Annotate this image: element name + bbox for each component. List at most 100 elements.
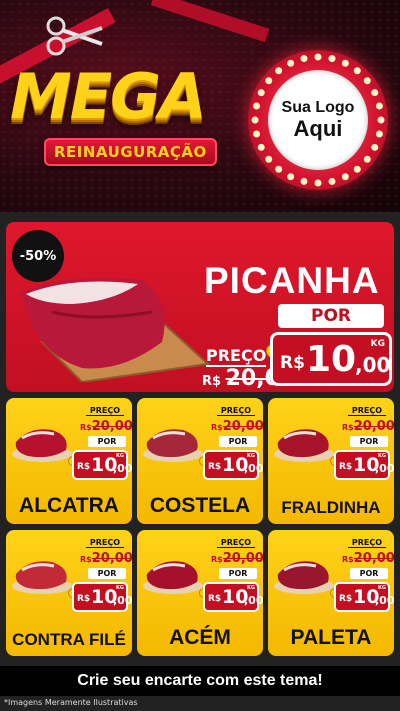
por-label: POR [219, 436, 257, 447]
old-value: 20,00 [222, 551, 263, 566]
price-label: PREÇO [217, 538, 255, 548]
hero-price-label: PREÇO [206, 346, 267, 367]
bulb [265, 155, 273, 163]
offers-section: -50% PICANHA PREÇO R$ 20,00 POR R$ 10 ,0… [0, 212, 400, 711]
disclaimer: *Imagens Meramente Ilustrativas [4, 698, 138, 707]
currency: R$ [77, 594, 91, 604]
old-value: 20,00 [91, 551, 132, 566]
product-card: PREÇO R$20,00 POR R$ 10,00 KG ALCATRA [6, 398, 132, 524]
logo-placeholder: Sua Logo Aqui [268, 70, 368, 170]
unit: KG [116, 453, 124, 459]
unit: KG [378, 453, 386, 459]
logo-line1: Sua Logo [281, 99, 355, 116]
price-dec: ,00 [244, 594, 263, 607]
new-price: R$ 10,00 KG [72, 582, 132, 612]
hero-unit: KG [370, 339, 385, 349]
por-label: POR [88, 568, 126, 579]
unit: KG [116, 585, 124, 591]
mega-logo: MEGA REINAUGURAÇÃO [10, 60, 250, 180]
meat-image [143, 429, 203, 462]
old-currency: R$ [80, 423, 92, 432]
old-price: R$20,00 [211, 551, 263, 566]
bulb [265, 77, 273, 85]
por-label: POR [88, 436, 126, 447]
currency: R$ [208, 594, 222, 604]
old-currency: R$ [80, 555, 92, 564]
hero-currency: R$ [280, 353, 305, 373]
bulb [375, 102, 383, 110]
bulb [377, 116, 385, 124]
bulb [275, 165, 283, 173]
bulb [257, 143, 265, 151]
logo-line2: Aqui [293, 116, 343, 141]
hero-old-currency: R$ [202, 374, 222, 389]
currency: R$ [339, 462, 353, 472]
old-value: 20,00 [222, 419, 263, 434]
bulb [341, 173, 349, 181]
header-banner: MEGA REINAUGURAÇÃO Sua Logo Aqui [0, 0, 400, 212]
bulb [328, 55, 336, 63]
hero-new-price: R$ 10 ,00 KG [270, 332, 392, 386]
product-name: PALETA [290, 626, 372, 649]
new-price: R$ 10,00 KG [334, 582, 394, 612]
meat-board-image [22, 277, 211, 382]
bulb [287, 59, 295, 67]
old-price: R$20,00 [211, 419, 263, 434]
product-card: PREÇO R$20,00 POR R$ 10,00 KG FRALDINHA [268, 398, 394, 524]
new-price: R$ 10,00 KG [334, 450, 394, 480]
old-price: R$20,00 [80, 551, 132, 566]
price-dec: ,00 [113, 462, 132, 475]
old-price: R$20,00 [342, 551, 394, 566]
bulb [353, 165, 361, 173]
old-price: R$20,00 [80, 419, 132, 434]
bulb [363, 77, 371, 85]
bulb [287, 173, 295, 181]
meat-image [143, 561, 203, 594]
bulb [371, 89, 379, 97]
meat-image [274, 429, 334, 462]
bulb [353, 67, 361, 75]
product-card: PREÇO R$20,00 POR R$ 10,00 KG PALETA [268, 530, 394, 656]
old-currency: R$ [342, 555, 354, 564]
hero-price-int: 10 [306, 339, 357, 380]
old-value: 20,00 [353, 419, 394, 434]
bulb [275, 67, 283, 75]
product-card: PREÇO R$20,00 POR R$ 10,00 KG ACÉM [137, 530, 263, 656]
bulb [253, 102, 261, 110]
bulb [363, 155, 371, 163]
unit: KG [247, 585, 255, 591]
old-currency: R$ [342, 423, 354, 432]
bulb [300, 55, 308, 63]
flyer-page: MEGA REINAUGURAÇÃO Sua Logo Aqui -50% PI… [0, 0, 400, 711]
product-card: PREÇO R$20,00 POR R$ 10,00 KG CONTRA FILÉ [6, 530, 132, 656]
old-value: 20,00 [91, 419, 132, 434]
cta-banner[interactable]: Crie seu encarte com este tema! [0, 666, 400, 696]
price-label: PREÇO [217, 406, 255, 416]
por-label: POR [350, 568, 388, 579]
bulb [251, 116, 259, 124]
currency: R$ [339, 594, 353, 604]
hero-por-label: POR [278, 304, 384, 328]
old-currency: R$ [211, 555, 223, 564]
old-value: 20,00 [353, 551, 394, 566]
price-label: PREÇO [348, 406, 386, 416]
new-price: R$ 10,00 KG [72, 450, 132, 480]
bulb [253, 130, 261, 138]
old-price: R$20,00 [342, 419, 394, 434]
price-dec: ,00 [113, 594, 132, 607]
bulb [314, 53, 322, 61]
scissors-icon [46, 16, 103, 56]
por-label: POR [350, 436, 388, 447]
new-price: R$ 10,00 KG [203, 582, 263, 612]
bulb [375, 130, 383, 138]
product-name: FRALDINHA [281, 498, 381, 517]
bulb [314, 179, 322, 187]
new-price: R$ 10,00 KG [203, 450, 263, 480]
price-label: PREÇO [86, 538, 124, 548]
old-currency: R$ [211, 423, 223, 432]
currency: R$ [208, 462, 222, 472]
reinauguracao-label: REINAUGURAÇÃO [44, 138, 217, 166]
bulb [371, 143, 379, 151]
bulb [328, 177, 336, 185]
meat-image [274, 561, 334, 594]
